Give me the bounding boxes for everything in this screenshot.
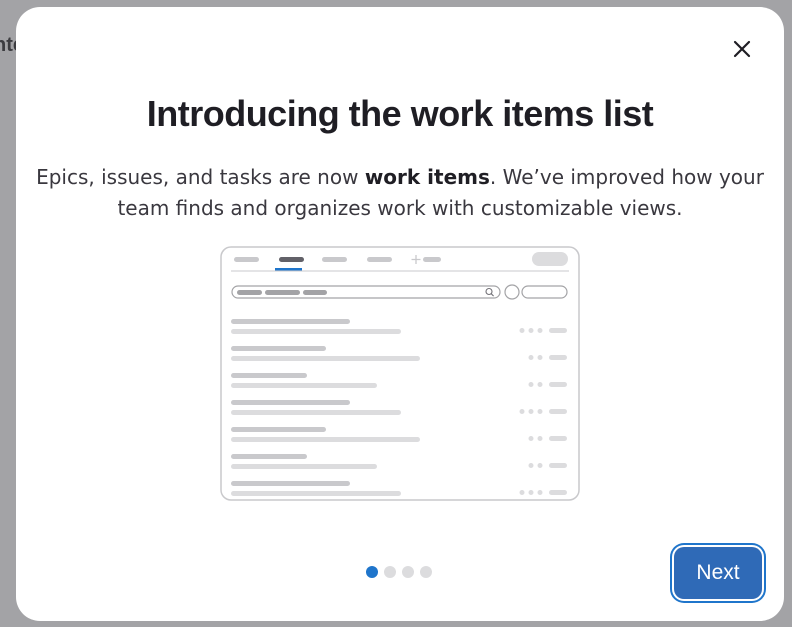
illustration-toggle	[504, 284, 520, 300]
close-button[interactable]	[728, 35, 756, 63]
work-items-list-illustration	[220, 246, 580, 501]
next-button[interactable]: Next	[674, 547, 762, 599]
illustration-filter-token	[237, 290, 262, 295]
modal-description: Epics, issues, and tasks are now work it…	[36, 162, 764, 224]
description-text-start: Epics, issues, and tasks are now	[36, 165, 365, 189]
illustration-filter-token	[303, 290, 327, 295]
illustration-tab	[367, 257, 392, 262]
pagination-dot-4[interactable]	[420, 566, 432, 578]
pagination-dot-2[interactable]	[384, 566, 396, 578]
illustration-sort-button	[521, 285, 568, 299]
description-bold-text: work items	[364, 165, 490, 189]
illustration-tab	[423, 257, 441, 262]
work-items-intro-modal: Introducing the work items list Epics, i…	[16, 7, 784, 621]
pagination-dots	[366, 566, 432, 578]
illustration-tab-active	[279, 257, 304, 262]
pagination-dot-3[interactable]	[402, 566, 414, 578]
modal-title: Introducing the work items list	[146, 93, 654, 134]
illustration-top-button	[532, 252, 568, 266]
pagination-dot-1[interactable]	[366, 566, 378, 578]
illustration-tab	[234, 257, 259, 262]
illustration-tab	[322, 257, 347, 262]
close-icon	[733, 40, 751, 58]
illustration-filter-token	[265, 290, 300, 295]
